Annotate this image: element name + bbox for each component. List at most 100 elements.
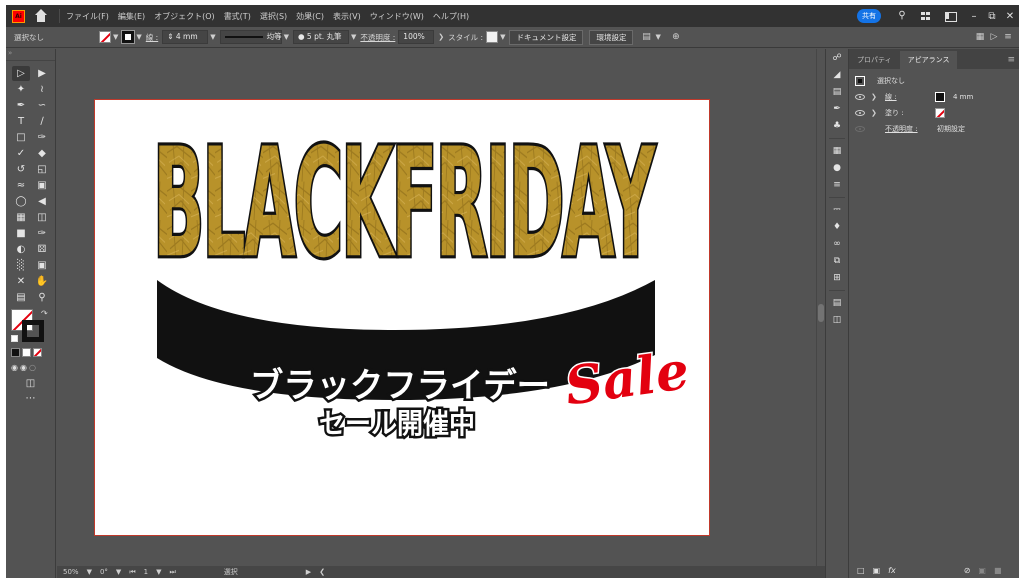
zoom-tool-icon[interactable]: ⚲ (33, 290, 51, 305)
swap-fill-stroke-icon[interactable]: ↷ (41, 309, 48, 318)
links-icon[interactable]: ∞ (826, 236, 848, 252)
symbols-icon[interactable]: ♣ (826, 118, 848, 134)
artwork[interactable]: BLACKFRIDAY ブラックフライデー セール開催中 Sale (95, 100, 709, 535)
clear-appearance-icon[interactable]: ⊘ (964, 566, 971, 575)
transform-panel-icon[interactable]: ⊞ (826, 270, 848, 286)
share-button[interactable]: 共有 (857, 9, 881, 23)
graphic-style-swatch[interactable] (486, 31, 499, 43)
stroke-panel-icon[interactable]: ▤ (826, 84, 848, 100)
stroke-attr-label[interactable]: 線 : (885, 92, 935, 102)
last-artboard-icon[interactable]: ⏭ (169, 568, 175, 577)
paintbrush-tool-icon[interactable]: ✑ (33, 130, 51, 145)
rectangle-tool-icon[interactable]: □ (12, 130, 30, 145)
line-tool-icon[interactable]: ∕ (33, 114, 51, 129)
arrange-documents-icon[interactable] (917, 9, 935, 23)
properties-icon[interactable]: ◢ (826, 67, 848, 83)
chevron-right-icon[interactable]: ❯ (871, 93, 879, 101)
color-icon[interactable] (11, 348, 20, 357)
gradient-icon[interactable] (22, 348, 31, 357)
mesh-tool-icon[interactable]: ◫ (33, 210, 51, 225)
artboards-icon[interactable]: ⧉ (826, 253, 848, 269)
add-effect-icon[interactable]: fx (888, 566, 896, 575)
chevron-right-icon[interactable]: ❯ (871, 109, 879, 117)
live-paint-tool-icon[interactable]: ◀ (33, 194, 51, 209)
home-icon[interactable] (33, 8, 49, 24)
free-transform-tool-icon[interactable]: ▣ (33, 178, 51, 193)
stroke-swatch[interactable] (121, 30, 136, 44)
column-graph-tool-icon[interactable]: ░ (12, 258, 30, 273)
menu-effect[interactable]: 効果(C) (296, 11, 324, 22)
preferences-button[interactable]: 環境設定 (589, 29, 634, 45)
direct-selection-tool-icon[interactable]: ▶ (33, 66, 51, 81)
draw-normal-icon[interactable]: ◉ (11, 363, 18, 372)
width-tool-icon[interactable]: ≈ (12, 178, 30, 193)
chevron-down-icon[interactable]: ▼ (210, 33, 215, 41)
none-icon[interactable] (33, 348, 42, 357)
canvas-area[interactable]: BLACKFRIDAY ブラックフライデー セール開催中 Sale (57, 49, 816, 566)
curvature-tool-icon[interactable]: ∽ (33, 98, 51, 113)
chevron-left-icon[interactable]: ❮ (319, 568, 325, 576)
graph-tool-icon[interactable]: ▤ (12, 290, 30, 305)
slice-tool-icon[interactable]: ✕ (12, 274, 30, 289)
delete-item-icon[interactable]: ■ (994, 566, 1002, 575)
scrollbar-thumb[interactable] (818, 304, 824, 322)
symbol-sprayer-tool-icon[interactable]: ⚄ (33, 242, 51, 257)
gradient-tool-icon[interactable]: ■ (12, 226, 30, 241)
transform-icon[interactable]: ⊕ (669, 31, 683, 43)
visibility-eye-icon[interactable] (855, 94, 865, 100)
panel-menu-icon[interactable]: ≡ (1001, 31, 1015, 43)
opacity-label[interactable]: 不透明度 : (360, 32, 395, 43)
fill-color-swatch[interactable] (935, 108, 945, 118)
opacity-field[interactable]: 100% (398, 30, 435, 44)
eyedropper-tool-icon[interactable]: ✑ (33, 226, 51, 241)
menu-select[interactable]: 選択(S) (260, 11, 287, 22)
chevron-right-icon[interactable]: ❯ (438, 33, 444, 41)
hand-tool-icon[interactable]: ✋ (33, 274, 51, 289)
menu-help[interactable]: ヘルプ(H) (433, 11, 469, 22)
rotation-field[interactable]: 0° (100, 568, 108, 576)
pathfinder-icon[interactable]: ◫ (826, 312, 848, 328)
chevron-down-icon[interactable]: ▼ (284, 33, 289, 41)
perspective-grid-tool-icon[interactable]: ▦ (12, 210, 30, 225)
add-fill-icon[interactable]: ▣ (873, 566, 881, 575)
visibility-eye-icon[interactable] (855, 110, 865, 116)
minimize-icon[interactable]: – (965, 11, 983, 22)
appearance-opacity-row[interactable]: 不透明度 : 初期設定 (849, 121, 1019, 137)
chevron-down-icon[interactable]: ▼ (500, 33, 505, 41)
libraries-icon[interactable]: ☍ (826, 50, 848, 66)
shaper-tool-icon[interactable]: ✓ (12, 146, 30, 161)
fill-stroke-widget[interactable]: ↷ (11, 309, 51, 345)
tab-properties[interactable]: プロパティ (849, 51, 900, 69)
align-icon[interactable]: ▤ (639, 31, 653, 43)
fill-swatch[interactable] (99, 31, 111, 43)
chevron-down-icon[interactable]: ▼ (136, 33, 141, 41)
visibility-eye-icon[interactable] (855, 126, 865, 132)
variable-width-profile[interactable]: 均等 (219, 30, 282, 44)
stepper-icon[interactable]: ⇕ (167, 32, 176, 41)
default-fill-stroke-icon[interactable] (11, 335, 18, 342)
add-stroke-icon[interactable]: □ (857, 566, 865, 575)
chevron-down-icon[interactable]: ▼ (113, 33, 118, 41)
type-tool-icon[interactable]: T (12, 114, 30, 129)
chevron-down-icon[interactable]: ▼ (116, 568, 121, 576)
appearance-stroke-row[interactable]: ❯ 線 : 4 mm (849, 89, 1019, 105)
draw-inside-icon[interactable]: ○ (29, 363, 36, 372)
stroke-label[interactable]: 線 : (146, 32, 158, 43)
blend-tool-icon[interactable]: ◐ (12, 242, 30, 257)
swatches-icon[interactable]: ≡ (826, 177, 848, 193)
lasso-tool-icon[interactable]: ≀ (33, 82, 51, 97)
menu-window[interactable]: ウィンドウ(W) (370, 11, 424, 22)
color-icon[interactable]: ● (826, 160, 848, 176)
stroke-attr-value[interactable]: 4 mm (953, 93, 973, 101)
stroke-weight-field[interactable]: ⇕ 4 mm (162, 30, 209, 44)
menu-edit[interactable]: 編集(E) (118, 11, 145, 22)
magic-wand-tool-icon[interactable]: ✦ (12, 82, 30, 97)
artboard-tool-icon[interactable]: ▣ (33, 258, 51, 273)
isolate-icon[interactable]: ▷ (987, 31, 1001, 43)
brushes-icon[interactable]: ✒ (826, 101, 848, 117)
menu-file[interactable]: ファイル(F) (66, 11, 109, 22)
menu-type[interactable]: 書式(T) (224, 11, 251, 22)
shape-builder-tool-icon[interactable]: ◯ (12, 194, 30, 209)
panel-menu-icon[interactable]: ≡ (1007, 51, 1019, 69)
menu-object[interactable]: オブジェクト(O) (154, 11, 215, 22)
